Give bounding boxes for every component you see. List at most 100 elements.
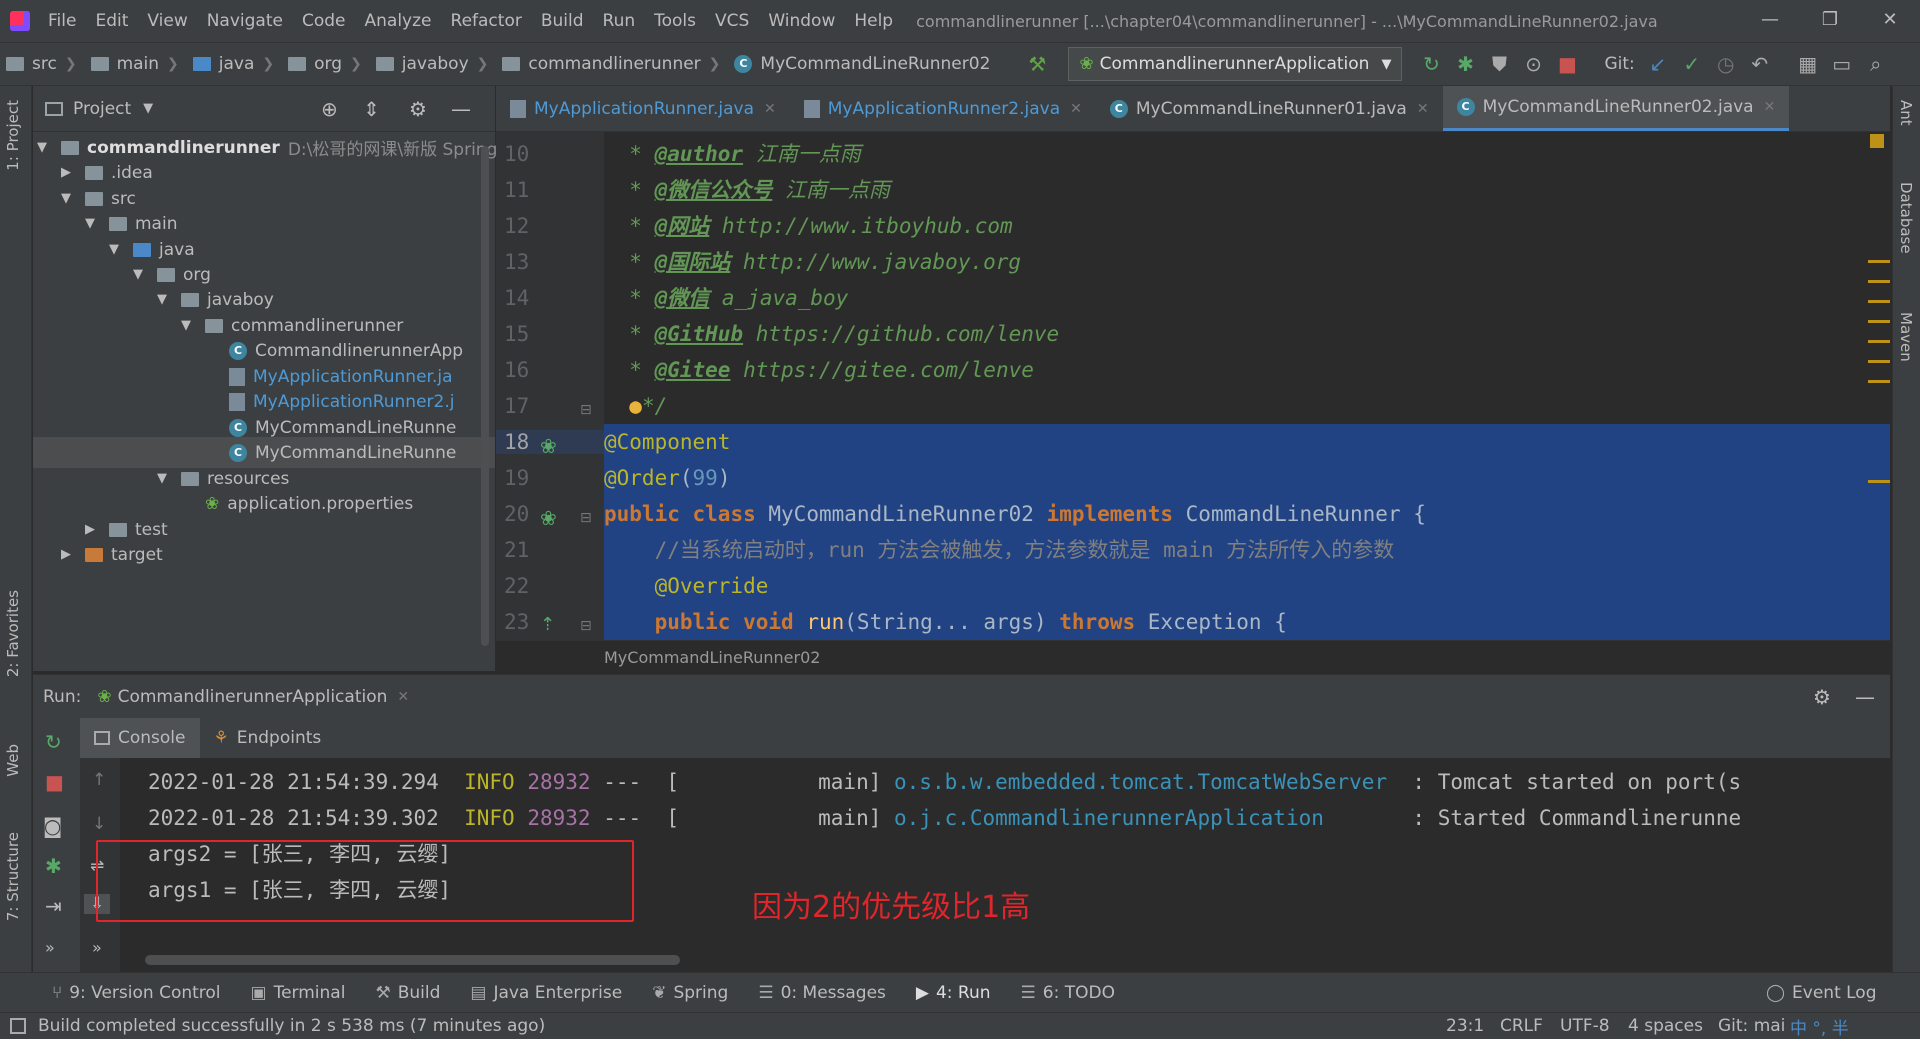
debug-icon[interactable]: ✱ (1448, 47, 1482, 81)
structure-tool-button[interactable]: 7: Structure (4, 832, 22, 921)
stripe-mark[interactable] (1868, 300, 1890, 303)
menu-run[interactable]: Run (603, 11, 636, 31)
crumb-java[interactable]: java (192, 54, 254, 74)
close-window-button[interactable]: ✕ (1860, 0, 1920, 42)
indent-setting[interactable]: 4 spaces (1628, 1016, 1703, 1036)
line-separator[interactable]: CRLF (1500, 1016, 1543, 1036)
menu-analyze[interactable]: Analyze (365, 11, 432, 31)
maven-tool-button[interactable]: Maven (1897, 312, 1915, 362)
stop-icon[interactable]: ■ (1550, 47, 1584, 81)
console-horizontal-scrollbar[interactable] (145, 955, 680, 965)
close-tab-icon[interactable]: ✕ (1764, 99, 1776, 115)
menu-refactor[interactable]: Refactor (451, 11, 522, 31)
coverage-icon[interactable]: ⛊ (1482, 47, 1516, 81)
favorites-tool-button[interactable]: 2: Favorites (4, 590, 22, 677)
git-rollback-icon[interactable]: ↶ (1743, 47, 1777, 81)
tree-item-target[interactable]: ▶ target (61, 539, 163, 570)
tab-myapplicationrunner[interactable]: MyApplicationRunner.java ✕ (496, 86, 790, 131)
git-commit-icon[interactable]: ✓ (1675, 47, 1709, 81)
down-arrow-icon[interactable]: ↓ (92, 814, 106, 834)
stripe-mark[interactable] (1868, 280, 1890, 283)
crumb-org[interactable]: org (288, 54, 342, 74)
camera-icon[interactable]: ◙ (43, 814, 62, 838)
messages-button[interactable]: ☰ 0: Messages (758, 983, 886, 1003)
lightbulb-icon[interactable]: ● (604, 394, 642, 418)
project-scrollbar[interactable] (481, 146, 489, 646)
version-control-button[interactable]: ⑂ 9: Version Control (52, 983, 221, 1003)
menu-tools[interactable]: Tools (654, 11, 696, 31)
tab-myapplicationrunner2[interactable]: MyApplicationRunner2.java ✕ (790, 86, 1096, 131)
crumb-main[interactable]: main (90, 54, 159, 74)
project-structure-icon[interactable]: ▦ (1791, 47, 1825, 81)
crumb-src[interactable]: src (6, 54, 57, 74)
log-logger[interactable]: o.s.b.w.embedded.tomcat.TomcatWebServer (894, 770, 1387, 794)
more-icon[interactable]: » (92, 938, 102, 957)
file-encoding[interactable]: UTF-8 (1560, 1016, 1610, 1036)
fold-icon[interactable]: ⊟ (580, 402, 592, 418)
run-tab-label[interactable]: CommandlinerunnerApplication (118, 687, 388, 707)
menu-build[interactable]: Build (541, 11, 584, 31)
more-icon[interactable]: » (45, 938, 55, 957)
hide-panel-icon[interactable]: — (1855, 685, 1875, 709)
run-button[interactable]: ▶ 4: Run (916, 983, 991, 1003)
database-tool-button[interactable]: Database (1897, 182, 1915, 254)
menu-code[interactable]: Code (302, 11, 346, 31)
git-update-icon[interactable]: ↙ (1641, 47, 1675, 81)
crumb-commandlinerunner[interactable]: commandlinerunner (502, 54, 701, 74)
git-history-icon[interactable]: ◷ (1709, 47, 1743, 81)
menu-navigate[interactable]: Navigate (207, 11, 283, 31)
close-tab-icon[interactable]: ✕ (1070, 101, 1082, 117)
menu-edit[interactable]: Edit (95, 11, 128, 31)
gear-icon[interactable]: ⚙ (1813, 685, 1831, 709)
crumb-javaboy[interactable]: javaboy (375, 54, 469, 74)
build-hammer-icon[interactable]: ⚒ (1020, 47, 1054, 81)
tab-endpoints[interactable]: ⚘ Endpoints (200, 718, 336, 758)
implement-gutter-icon[interactable]: ⇡ (540, 614, 555, 635)
stripe-mark[interactable] (1868, 380, 1890, 383)
chevron-down-icon[interactable]: ▼ (143, 101, 153, 116)
restore-button[interactable]: ❐ (1800, 0, 1860, 42)
debug-icon[interactable]: ✱ (45, 854, 62, 878)
locate-icon[interactable]: ⊕ (321, 97, 338, 121)
caret-position[interactable]: 23:1 (1446, 1016, 1484, 1036)
crumb-class[interactable]: C MyCommandLineRunner02 (734, 54, 990, 74)
tab-mycommandlinerunner02[interactable]: C MyCommandLineRunner02.java ✕ (1442, 86, 1790, 131)
hide-panel-icon[interactable]: — (451, 97, 471, 121)
git-branch[interactable]: Git: mai (1718, 1016, 1785, 1036)
close-tab-icon[interactable]: ✕ (1417, 101, 1429, 117)
rerun-icon[interactable]: ↻ (45, 730, 62, 754)
menu-vcs[interactable]: VCS (715, 11, 749, 31)
web-tool-button[interactable]: Web (4, 744, 22, 777)
ant-tool-button[interactable]: Ant (1897, 100, 1915, 126)
spring-button[interactable]: ❦ Spring (652, 983, 728, 1003)
stripe-mark[interactable] (1868, 320, 1890, 323)
close-tab-icon[interactable]: ✕ (764, 101, 776, 117)
project-tool-button[interactable]: 1: Project (4, 100, 22, 171)
status-message[interactable]: Build completed successfully in 2 s 538 … (38, 1016, 545, 1036)
todo-button[interactable]: ☰ 6: TODO (1021, 983, 1115, 1003)
menu-window[interactable]: Window (768, 11, 835, 31)
search-icon[interactable]: ⌕ (1859, 47, 1893, 81)
fold-icon[interactable]: ⊟ (580, 618, 592, 634)
spring-bean-gutter-icon[interactable]: ❀ (540, 434, 557, 458)
menu-file[interactable]: File (48, 11, 76, 31)
minimize-button[interactable]: — (1740, 0, 1800, 42)
rerun-icon[interactable]: ↻ (1414, 47, 1448, 81)
spring-bean-gutter-icon[interactable]: ❀ (540, 506, 557, 530)
profile-icon[interactable]: ⊙ (1516, 47, 1550, 81)
log-logger[interactable]: o.j.c.CommandlinerunnerApplication (894, 806, 1324, 830)
stripe-mark[interactable] (1868, 340, 1890, 343)
stripe-mark[interactable] (1868, 260, 1890, 263)
up-arrow-icon[interactable]: ↑ (92, 770, 106, 790)
tab-console[interactable]: Console (80, 718, 200, 758)
stripe-mark[interactable] (1868, 480, 1890, 483)
menu-view[interactable]: View (147, 11, 187, 31)
run-configuration-select[interactable]: ❀ CommandlinerunnerApplication ▼ (1068, 47, 1403, 81)
tree-item-properties[interactable]: ❀ application.properties (205, 488, 413, 519)
terminal-window-icon[interactable]: ▭ (1825, 47, 1859, 81)
stop-icon[interactable]: ■ (45, 770, 64, 794)
gear-icon[interactable]: ⚙ (409, 97, 427, 121)
editor-breadcrumb[interactable]: MyCommandLineRunner02 (496, 640, 1890, 674)
project-panel-title[interactable]: Project (73, 99, 131, 119)
build-button[interactable]: ⚒ Build (375, 983, 440, 1003)
